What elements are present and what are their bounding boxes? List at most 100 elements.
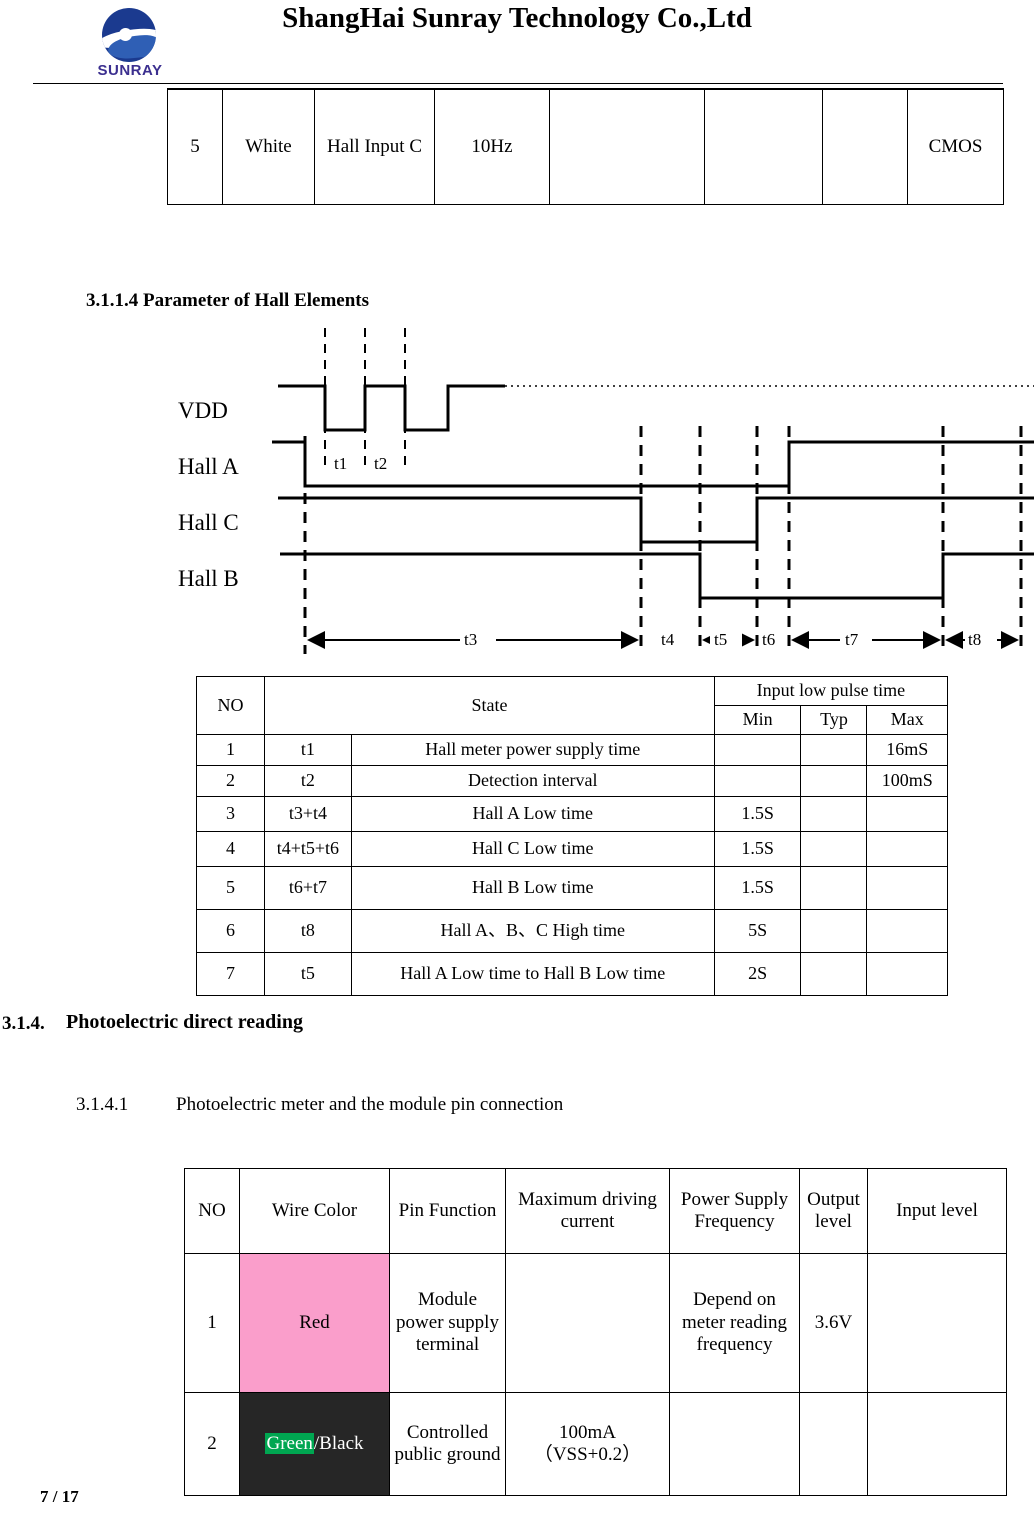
page-number: 7 / 17	[40, 1487, 79, 1506]
cell-typ	[800, 765, 868, 797]
logo-label: SUNRAY	[97, 62, 163, 79]
cell-symbol: t3+t4	[264, 796, 352, 832]
cell-col6	[704, 88, 823, 205]
cell-max: 16mS	[866, 734, 948, 766]
heading-314-number: 3.1.4.	[2, 1013, 45, 1034]
header-output-level: Output level	[799, 1168, 868, 1254]
header-power-freq: Power Supply Frequency	[669, 1168, 800, 1254]
header-max: Max	[866, 705, 948, 735]
cell-max	[866, 909, 948, 953]
header-min: Min	[713, 705, 802, 735]
header-pin-function: Pin Function	[389, 1168, 506, 1254]
table-row: 1 t1 Hall meter power supply time 16mS	[195, 734, 948, 766]
heading-parameter-of-hall-elements: 3.1.1.4 Parameter of Hall Elements	[86, 290, 369, 311]
company-title: ShangHai Sunray Technology Co.,Ltd	[282, 2, 752, 34]
hall-parameter-table: NO State Input low pulse time Min Typ Ma…	[195, 676, 949, 996]
cell-max	[866, 796, 948, 832]
cell-no: 6	[195, 909, 266, 953]
span-label-t5: t5	[714, 630, 728, 649]
table-row: 4 t4+t5+t6 Hall C Low time 1.5S	[195, 831, 948, 867]
waveform-label-hall-a: Hall A	[178, 454, 239, 479]
span-label-t4: t4	[661, 630, 675, 649]
cell-symbol: t1	[264, 734, 352, 766]
waveform-label-hall-b: Hall B	[178, 566, 239, 591]
table-row: 2 t2 Detection interval 100mS	[195, 765, 948, 797]
page-header: SUNRAY ShangHai Sunray Technology Co.,Lt…	[0, 0, 1034, 84]
cell-wire-color: White	[222, 88, 315, 205]
cell-pin-function: Hall Input C	[314, 88, 435, 205]
cell-level: CMOS	[907, 88, 1004, 205]
cell-no: 1	[184, 1253, 240, 1393]
cell-wire-color-swatch: Green/Black	[239, 1392, 390, 1496]
span-label-t7: t7	[845, 630, 859, 649]
cell-typ	[800, 952, 868, 996]
cell-max	[866, 831, 948, 867]
max-current-line1: 100mA	[559, 1421, 616, 1443]
interval-label-t1: t1	[334, 454, 348, 473]
cell-input-level	[867, 1253, 1007, 1393]
hall-wire-continuation-table: 5 White Hall Input C 10Hz CMOS	[167, 88, 1004, 205]
cell-pin-function: Controlled public ground	[389, 1392, 506, 1496]
table-row: 2 Green/Black Controlled public ground 1…	[184, 1392, 1007, 1496]
cell-output-level	[799, 1392, 868, 1496]
header-no: NO	[195, 676, 266, 735]
heading-3141-number: 3.1.4.1	[76, 1094, 129, 1115]
cell-state: Hall A、B、C High time	[350, 909, 715, 953]
waveform-label-vdd: VDD	[178, 398, 228, 423]
cell-min	[713, 734, 802, 766]
cell-frequency: 10Hz	[434, 88, 550, 205]
wire-color-green-highlight: Green	[265, 1432, 314, 1454]
table-header-row: NO Wire Color Pin Function Maximum drivi…	[184, 1168, 1007, 1254]
table-header-row: NO State Input low pulse time	[195, 676, 949, 735]
cell-col7	[822, 88, 908, 205]
header-no: NO	[184, 1168, 240, 1254]
cell-power-freq: Depend on meter reading frequency	[669, 1253, 800, 1393]
max-current-line2: （VSS+0.2）	[533, 1444, 642, 1465]
header-input-low-pulse-time: Input low pulse time	[713, 676, 949, 706]
cell-state: Hall A Low time	[350, 796, 715, 832]
cell-max-current: 100mA （VSS+0.2）	[505, 1392, 670, 1496]
cell-typ	[800, 831, 868, 867]
cell-no: 3	[195, 796, 266, 832]
cell-no: 1	[195, 734, 266, 766]
cell-typ	[800, 796, 868, 832]
heading-photoelectric-meter-pin-connection: Photoelectric meter and the module pin c…	[176, 1094, 564, 1115]
cell-col5	[549, 88, 705, 205]
cell-max-current	[505, 1253, 670, 1393]
cell-no: 7	[195, 952, 266, 996]
header-typ: Typ	[800, 705, 868, 735]
cell-no: 4	[195, 831, 266, 867]
cell-min: 2S	[713, 952, 802, 996]
cell-symbol: t5	[264, 952, 352, 996]
cell-no: 5	[167, 88, 223, 205]
header-input-level: Input level	[867, 1168, 1007, 1254]
header-divider	[33, 83, 1003, 84]
cell-max	[866, 952, 948, 996]
cell-input-level	[867, 1392, 1007, 1496]
cell-typ	[800, 866, 868, 910]
cell-typ	[800, 734, 868, 766]
span-label-t6: t6	[762, 630, 776, 649]
cell-pin-function: Module power supply terminal	[389, 1253, 506, 1393]
wire-color-black-label: /Black	[313, 1432, 364, 1454]
cell-min: 1.5S	[713, 796, 802, 832]
table-row: 5 t6+t7 Hall B Low time 1.5S	[195, 866, 948, 910]
cell-no: 5	[195, 866, 266, 910]
cell-state: Hall A Low time to Hall B Low time	[350, 952, 715, 996]
cell-min: 1.5S	[713, 831, 802, 867]
cell-symbol: t6+t7	[264, 866, 352, 910]
cell-no: 2	[184, 1392, 240, 1496]
cell-state: Hall meter power supply time	[350, 734, 715, 766]
cell-min	[713, 765, 802, 797]
table-row: 1 Red Module power supply terminal Depen…	[184, 1253, 1007, 1393]
cell-symbol: t2	[264, 765, 352, 797]
cell-max: 100mS	[866, 765, 948, 797]
table-row: 3 t3+t4 Hall A Low time 1.5S	[195, 796, 948, 832]
cell-symbol: t4+t5+t6	[264, 831, 352, 867]
cell-wire-color-swatch: Red	[239, 1253, 390, 1393]
table-row: 7 t5 Hall A Low time to Hall B Low time …	[195, 952, 948, 996]
cell-symbol: t8	[264, 909, 352, 953]
cell-state: Hall B Low time	[350, 866, 715, 910]
span-label-t3: t3	[464, 630, 478, 649]
header-max-current: Maximum driving current	[505, 1168, 670, 1254]
